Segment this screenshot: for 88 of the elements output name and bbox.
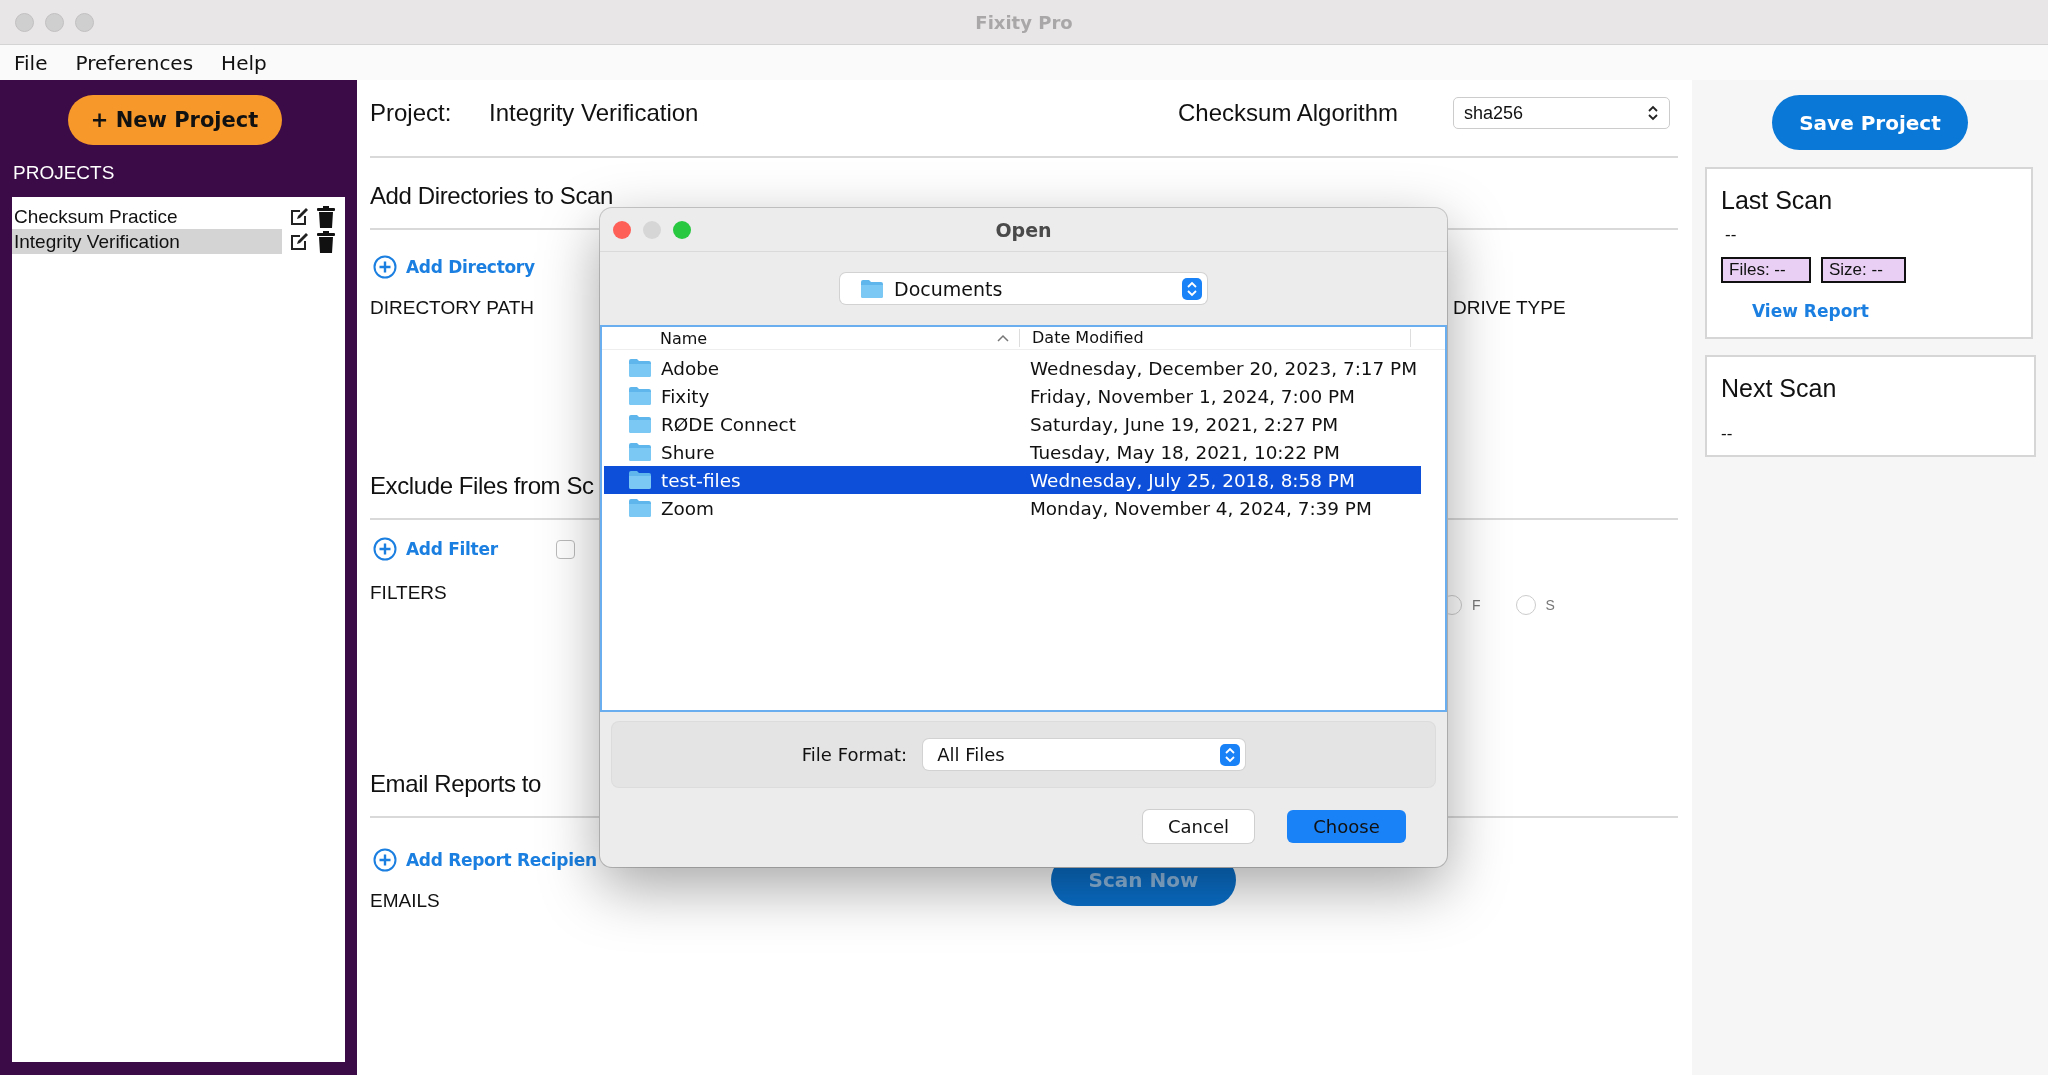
size-value: Size: -- (1821, 257, 1906, 283)
file-row[interactable]: Adobe Wednesday, December 20, 2023, 7:17 PM (604, 354, 1421, 382)
menu-item[interactable]: Preferences (75, 50, 194, 75)
file-row[interactable]: Shure Tuesday, May 18, 2021, 10:22 PM (604, 438, 1421, 466)
select-value: sha256 (1464, 102, 1524, 124)
view-report-link[interactable]: View Report (1752, 301, 1869, 321)
date-modified: Tuesday, May 18, 2021, 10:22 PM (1030, 441, 1340, 463)
add-link[interactable]: Add Directory (373, 255, 535, 279)
date-modified: Monday, November 4, 2024, 7:39 PM (1030, 497, 1372, 519)
stepper-icon (1220, 743, 1241, 766)
new-project-button[interactable]: + New Project (67, 95, 282, 145)
cancel-button[interactable]: Cancel (1143, 810, 1254, 843)
add-link[interactable]: Add Report Recipien (373, 848, 1051, 872)
select-value: All Files (937, 744, 1006, 765)
format-label: File Format: (801, 744, 908, 765)
project-name: Integrity Verification (489, 99, 700, 127)
card-title: Next Scan (1721, 373, 1838, 403)
dialog-title: Open (994, 218, 1053, 241)
window-title: Fixity Pro (974, 11, 1074, 33)
section-heading: Email Reports to (370, 769, 541, 799)
file-row[interactable]: RØDE Connect Saturday, June 19, 2021, 2:27 PM (604, 410, 1421, 438)
date-modified: Wednesday, December 20, 2023, 7:17 PM (1030, 357, 1418, 379)
window-control-icon[interactable] (15, 12, 34, 32)
folder-icon (860, 278, 884, 299)
radio-label: F (1472, 596, 1481, 615)
trash-icon (316, 205, 336, 228)
checkbox[interactable] (555, 539, 575, 559)
list-label: FILTERS (370, 581, 448, 605)
algorithm-select[interactable]: sha256 (1453, 97, 1670, 129)
file-name: Zoom (661, 497, 715, 519)
format-select[interactable]: All Files (923, 739, 1246, 770)
window-control-icon[interactable] (75, 12, 94, 32)
column-header[interactable]: Date Modified (1020, 329, 1411, 347)
radio-label: S (1545, 596, 1555, 615)
column-header: DIRECTORY PATH (370, 296, 535, 320)
algorithm-label: Checksum Algorithm (1178, 99, 1400, 127)
folder-icon (628, 358, 652, 378)
add-icon (373, 537, 397, 561)
choose-button[interactable]: Choose (1287, 810, 1406, 843)
project-item[interactable]: Integrity Verification (12, 229, 282, 254)
folder-icon (628, 386, 652, 406)
date-modified: Friday, November 1, 2024, 7:00 PM (1030, 385, 1355, 407)
window-control-icon[interactable] (673, 220, 691, 239)
window-control-icon[interactable] (613, 220, 631, 239)
edit-icon (288, 230, 310, 253)
add-link-label: Add Report Recipien (406, 850, 597, 870)
scan-date: -- (1721, 424, 1734, 444)
file-name: Adobe (661, 357, 720, 379)
add-link-label: Add Filter (406, 539, 498, 559)
add-icon (373, 848, 397, 872)
card-title: Last Scan (1721, 185, 1834, 215)
add-link[interactable]: Add Filter (373, 537, 498, 561)
section-heading: Exclude Files from Sc (370, 471, 594, 501)
column-header: DRIVE TYPE (1453, 296, 1567, 320)
folder-icon (628, 498, 652, 518)
folder-icon (628, 414, 652, 434)
project-label: Project: (370, 99, 453, 127)
folder-icon (628, 442, 652, 462)
scan-date: -- (1724, 225, 1738, 245)
sidebar-heading: PROJECTS (13, 162, 116, 184)
folder-icon (628, 470, 652, 490)
menu-item[interactable]: Help (221, 50, 267, 75)
file-name: RØDE Connect (661, 413, 796, 435)
chevron-updown-icon (1647, 104, 1659, 122)
window-control-icon[interactable] (45, 12, 64, 32)
save-project-button[interactable]: Save Project (1772, 95, 1968, 150)
file-name: Fixity (661, 385, 710, 407)
list-label: EMAILS (370, 890, 440, 911)
file-name: test-files (661, 469, 741, 491)
stepper-icon (1182, 277, 1202, 300)
file-row[interactable]: Fixity Friday, November 1, 2024, 7:00 PM (604, 382, 1421, 410)
trash-icon (316, 230, 336, 253)
select-value: Documents (894, 277, 1004, 300)
sort-caret-icon (997, 334, 1009, 342)
files-count: Files: -- (1721, 257, 1811, 283)
date-modified: Wednesday, July 25, 2018, 8:58 PM (1030, 469, 1355, 491)
date-modified: Saturday, June 19, 2021, 2:27 PM (1030, 413, 1339, 435)
section-heading: Add Directories to Scan (370, 181, 613, 211)
file-row[interactable]: test-files Wednesday, July 25, 2018, 8:58 PM (604, 466, 1421, 494)
edit-icon (288, 205, 310, 228)
project-item[interactable]: Checksum Practice (12, 204, 282, 229)
location-select[interactable]: Documents (840, 273, 1207, 304)
add-icon (373, 255, 397, 279)
file-row[interactable]: Zoom Monday, November 4, 2024, 7:39 PM (604, 494, 1421, 522)
file-name: Shure (661, 441, 715, 463)
add-link-label: Add Directory (406, 257, 535, 277)
column-header[interactable]: Name (660, 328, 708, 348)
menu-item[interactable]: File (14, 50, 48, 75)
